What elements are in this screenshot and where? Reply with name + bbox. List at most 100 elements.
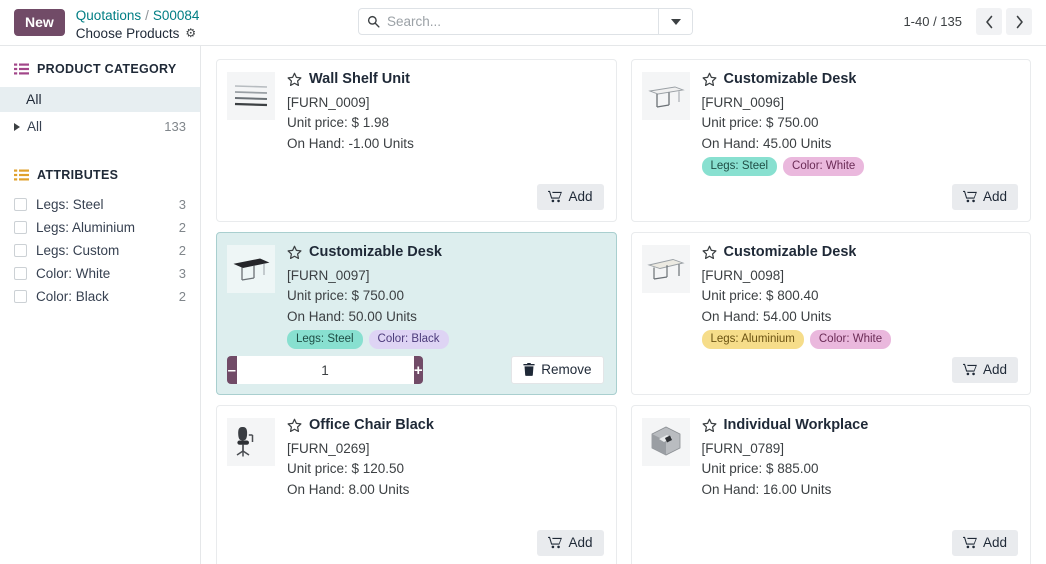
quantity-decrease-button[interactable]: – — [227, 356, 237, 384]
product-card[interactable]: Wall Shelf Unit [FURN_0009] Unit price: … — [216, 59, 617, 222]
product-onhand: On Hand: 16.00 Units — [702, 480, 1019, 500]
main-body: PRODUCT CATEGORY All All 133 ATTRIBUTES … — [0, 46, 1046, 564]
product-tag: Color: White — [783, 157, 864, 176]
product-card[interactable]: Customizable Desk [FURN_0098] Unit price… — [631, 232, 1032, 395]
breadcrumb: Quotations / S00084 Choose Products ⚙ — [76, 7, 200, 43]
product-card-top: Customizable Desk [FURN_0096] Unit price… — [642, 70, 1019, 176]
page-title: Choose Products — [76, 26, 180, 41]
attribute-row-legs-aluminium[interactable]: Legs: Aluminium 2 — [0, 216, 200, 239]
chevron-right-icon — [1015, 15, 1024, 29]
desk-alu-thumbnail — [642, 245, 690, 293]
search-icon — [367, 15, 380, 28]
top-bar: New Quotations / S00084 Choose Products ⚙ 1… — [0, 0, 1046, 46]
product-price: Unit price: $ 1.98 — [287, 113, 604, 133]
checkbox-icon[interactable] — [14, 244, 27, 257]
chevron-down-icon — [671, 19, 681, 25]
product-tag: Legs: Steel — [702, 157, 778, 176]
attribute-row-color-black[interactable]: Color: Black 2 — [0, 285, 200, 308]
product-card-info: Office Chair Black [FURN_0269] Unit pric… — [287, 416, 604, 500]
star-icon[interactable] — [702, 418, 717, 433]
star-icon[interactable] — [702, 72, 717, 87]
quantity-input[interactable] — [237, 356, 414, 384]
checkbox-icon[interactable] — [14, 290, 27, 303]
pager: 1-40 / 135 — [903, 8, 1032, 35]
pager-previous-button[interactable] — [976, 8, 1002, 35]
cart-icon — [963, 536, 977, 549]
product-code: [FURN_0098] — [702, 266, 1019, 286]
checkbox-icon[interactable] — [14, 198, 27, 211]
attribute-label: Legs: Aluminium — [36, 220, 179, 235]
category-count: 133 — [164, 119, 186, 134]
product-code: [FURN_0097] — [287, 266, 604, 286]
new-button[interactable]: New — [14, 9, 65, 36]
product-onhand: On Hand: 54.00 Units — [702, 307, 1019, 327]
product-card-selected[interactable]: Customizable Desk [FURN_0097] Unit price… — [216, 232, 617, 395]
list-icon — [14, 63, 29, 75]
star-icon[interactable] — [702, 245, 717, 260]
star-icon[interactable] — [287, 245, 302, 260]
product-name: Individual Workplace — [724, 417, 869, 433]
product-card-info: Customizable Desk [FURN_0096] Unit price… — [702, 70, 1019, 176]
category-all-active[interactable]: All — [0, 87, 200, 112]
product-name: Customizable Desk — [309, 244, 442, 260]
product-code: [FURN_0009] — [287, 93, 604, 113]
cart-icon — [548, 190, 562, 203]
search-dropdown-toggle[interactable] — [658, 9, 692, 34]
breadcrumb-path: Quotations / S00084 — [76, 8, 200, 25]
remove-button[interactable]: Remove — [511, 356, 603, 384]
pager-next-button[interactable] — [1006, 8, 1032, 35]
filter-sidebar: PRODUCT CATEGORY All All 133 ATTRIBUTES … — [0, 46, 201, 564]
product-title-row: Individual Workplace — [702, 417, 1019, 433]
checkbox-icon[interactable] — [14, 221, 27, 234]
product-onhand: On Hand: 45.00 Units — [702, 134, 1019, 154]
search-field[interactable] — [359, 9, 658, 34]
add-button[interactable]: Add — [952, 184, 1018, 210]
breadcrumb-separator: / — [145, 8, 149, 23]
product-onhand: On Hand: 50.00 Units — [287, 307, 604, 327]
sidebar-spacer — [0, 138, 200, 168]
product-code: [FURN_0096] — [702, 93, 1019, 113]
star-icon[interactable] — [287, 418, 302, 433]
product-card-info: Customizable Desk [FURN_0097] Unit price… — [287, 243, 604, 349]
product-category-title: PRODUCT CATEGORY — [37, 62, 177, 76]
product-title-row: Customizable Desk — [702, 71, 1019, 87]
product-title-row: Customizable Desk — [287, 244, 604, 260]
gear-icon[interactable]: ⚙ — [185, 26, 196, 41]
product-price: Unit price: $ 750.00 — [287, 286, 604, 306]
attribute-label: Legs: Steel — [36, 197, 179, 212]
attribute-row-legs-steel[interactable]: Legs: Steel 3 — [0, 193, 200, 216]
cart-icon — [548, 536, 562, 549]
add-button[interactable]: Add — [537, 530, 603, 556]
breadcrumb-quotations-link[interactable]: Quotations — [76, 8, 141, 23]
breadcrumb-record-link[interactable]: S00084 — [153, 8, 200, 23]
attribute-count: 3 — [179, 266, 186, 281]
product-card[interactable]: Customizable Desk [FURN_0096] Unit price… — [631, 59, 1032, 222]
product-tags: Legs: Aluminium Color: White — [702, 330, 1019, 349]
add-button[interactable]: Add — [952, 357, 1018, 383]
office-chair-thumbnail — [227, 418, 275, 466]
category-row-all[interactable]: All 133 — [0, 112, 200, 138]
quantity-stepper[interactable]: – + — [227, 356, 423, 384]
product-card-top: Customizable Desk [FURN_0098] Unit price… — [642, 243, 1019, 349]
chair-image — [230, 421, 272, 463]
search-bar[interactable] — [358, 8, 693, 35]
shelf-thumbnail — [227, 72, 275, 120]
triangle-right-icon — [14, 123, 20, 131]
star-icon[interactable] — [287, 72, 302, 87]
attribute-count: 2 — [179, 220, 186, 235]
product-card[interactable]: Office Chair Black [FURN_0269] Unit pric… — [216, 405, 617, 564]
product-name: Customizable Desk — [724, 71, 857, 87]
quantity-increase-button[interactable]: + — [414, 356, 424, 384]
add-button[interactable]: Add — [952, 530, 1018, 556]
add-button[interactable]: Add — [537, 184, 603, 210]
checkbox-icon[interactable] — [14, 267, 27, 280]
attribute-row-color-white[interactable]: Color: White 3 — [0, 262, 200, 285]
attribute-count: 2 — [179, 289, 186, 304]
product-price: Unit price: $ 885.00 — [702, 459, 1019, 479]
product-price: Unit price: $ 120.50 — [287, 459, 604, 479]
search-input[interactable] — [387, 14, 650, 29]
breadcrumb-subtitle-row: Choose Products ⚙ — [76, 26, 200, 43]
attribute-row-legs-custom[interactable]: Legs: Custom 2 — [0, 239, 200, 262]
product-name: Office Chair Black — [309, 417, 434, 433]
product-card[interactable]: Individual Workplace [FURN_0789] Unit pr… — [631, 405, 1032, 564]
